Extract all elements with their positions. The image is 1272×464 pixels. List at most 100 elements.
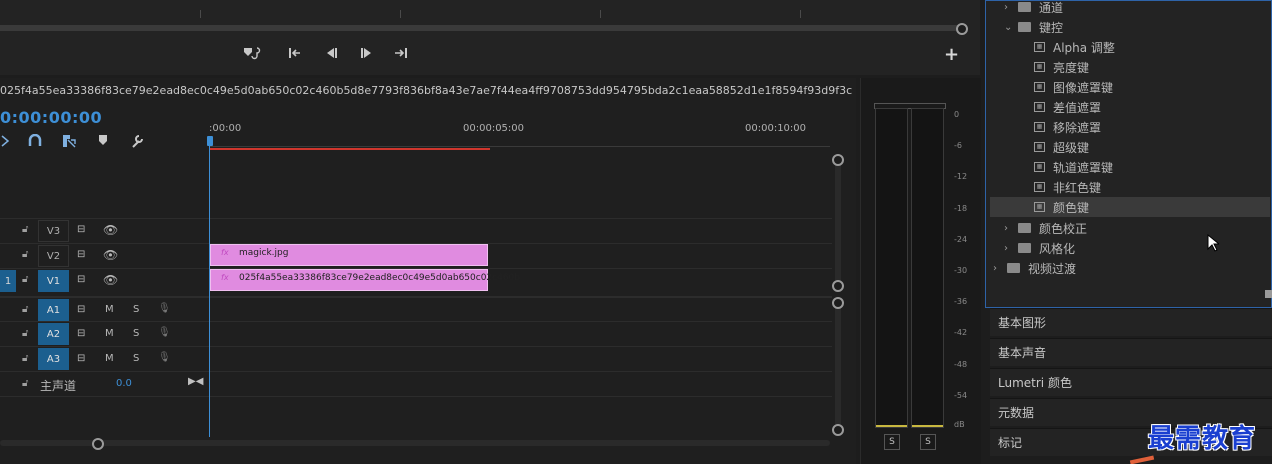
watermark-logo: 最需教育 bbox=[1148, 424, 1257, 454]
solo-button[interactable]: S bbox=[133, 353, 139, 364]
effect-label: 轨道遮罩键 bbox=[1053, 160, 1114, 175]
effect-item[interactable]: ▦ 差值遮罩 bbox=[1034, 97, 1101, 117]
db-label: 0 bbox=[954, 110, 960, 119]
source-patch-v1[interactable]: 1 bbox=[0, 270, 16, 292]
linked-selection-icon[interactable] bbox=[62, 134, 76, 148]
effect-item[interactable]: ▦ 非红色键 bbox=[1034, 177, 1101, 197]
step-back-icon[interactable] bbox=[322, 44, 340, 62]
clip-name: 025f4a55ea33386f83ce79e2ead8ec0c49e5d0ab… bbox=[239, 273, 520, 283]
scrollbar-handle[interactable] bbox=[832, 424, 844, 436]
snap-icon[interactable] bbox=[0, 134, 14, 148]
lock-icon[interactable]: 🔓︎ bbox=[22, 249, 28, 260]
eye-icon[interactable]: 👁︎ bbox=[103, 248, 118, 262]
effects-folder-keying[interactable]: ⌄ 键控 bbox=[1004, 17, 1063, 37]
track-target-v1[interactable]: V1 bbox=[38, 270, 69, 292]
timeline-horizontal-scrollbar[interactable] bbox=[0, 440, 830, 446]
panel-essential-sound[interactable]: 基本声音 bbox=[990, 338, 1272, 366]
effect-icon: ▦ bbox=[1034, 182, 1045, 192]
eye-icon[interactable]: 👁︎ bbox=[103, 223, 118, 237]
work-area-bar[interactable] bbox=[210, 148, 490, 150]
effects-folder-stylize[interactable]: › 风格化 bbox=[1004, 238, 1075, 258]
effect-item[interactable]: ▦ 轨道遮罩键 bbox=[1034, 157, 1113, 177]
effect-item[interactable]: ▦ 移除遮罩 bbox=[1034, 117, 1101, 137]
effect-item[interactable]: ▦ Alpha 调整 bbox=[1034, 37, 1115, 57]
mute-button[interactable]: M bbox=[105, 304, 114, 315]
add-marker-icon[interactable] bbox=[98, 134, 112, 148]
solo-right-button[interactable]: S bbox=[920, 434, 936, 450]
go-to-end-icon[interactable]: ▶◀ bbox=[188, 376, 203, 387]
magnet-icon[interactable] bbox=[28, 133, 42, 148]
scrollbar-handle[interactable] bbox=[832, 297, 844, 309]
add-button[interactable]: + bbox=[944, 44, 959, 65]
playhead-handle[interactable] bbox=[207, 136, 213, 146]
eye-icon[interactable]: 👁︎ bbox=[103, 273, 118, 287]
effect-label: 颜色校正 bbox=[1039, 221, 1088, 236]
lock-icon[interactable]: 🔓︎ bbox=[22, 224, 28, 235]
effect-icon: ▦ bbox=[1034, 82, 1045, 92]
monitor-scrollbar[interactable] bbox=[0, 25, 960, 31]
track-target-a2[interactable]: A2 bbox=[38, 323, 69, 345]
track-target-v3[interactable]: V3 bbox=[38, 220, 69, 242]
wrench-icon[interactable] bbox=[130, 134, 144, 148]
panel-essential-graphics[interactable]: 基本图形 bbox=[990, 308, 1272, 336]
lock-icon[interactable]: 🔓︎ bbox=[22, 274, 28, 285]
effects-folder-channel[interactable]: › 通道 bbox=[1004, 0, 1063, 17]
clip-magick[interactable]: fx magick.jpg bbox=[210, 244, 488, 266]
go-to-in-icon[interactable] bbox=[286, 44, 304, 62]
solo-left-button[interactable]: S bbox=[884, 434, 900, 450]
scrollbar-handle[interactable] bbox=[832, 154, 844, 166]
lock-icon[interactable]: 🔓︎ bbox=[22, 378, 28, 389]
sync-lock-icon[interactable]: ⊟ bbox=[77, 353, 85, 364]
marker-link-icon[interactable] bbox=[242, 44, 264, 62]
sync-lock-icon[interactable]: ⊟ bbox=[77, 224, 85, 235]
step-forward-icon[interactable] bbox=[358, 44, 376, 62]
scrollbar-handle[interactable] bbox=[92, 438, 104, 450]
lock-icon[interactable]: 🔓︎ bbox=[22, 328, 28, 339]
master-volume[interactable]: 0.0 bbox=[116, 378, 132, 389]
lock-icon[interactable]: 🔓︎ bbox=[22, 304, 28, 315]
solo-button[interactable]: S bbox=[133, 328, 139, 339]
mute-button[interactable]: M bbox=[105, 328, 114, 339]
lock-icon[interactable]: 🔓︎ bbox=[22, 353, 28, 364]
chevron-right-icon[interactable]: › bbox=[1004, 223, 1018, 234]
sequence-tab[interactable]: 025f4a55ea33386f83ce79e2ead8ec0c49e5d0ab… bbox=[0, 84, 873, 97]
playhead-line[interactable] bbox=[209, 140, 210, 437]
microphone-icon[interactable]: 🎙︎ bbox=[158, 352, 171, 363]
panel-lumetri-color[interactable]: Lumetri 颜色 bbox=[990, 368, 1272, 396]
ruler-label: 00:00:10:00 bbox=[745, 123, 807, 134]
new-bin-icon[interactable] bbox=[1265, 290, 1272, 298]
effect-item[interactable]: ▦ 亮度键 bbox=[1034, 57, 1089, 77]
video-vertical-scrollbar[interactable] bbox=[835, 160, 841, 286]
go-to-out-icon[interactable] bbox=[392, 44, 410, 62]
solo-button[interactable]: S bbox=[133, 304, 139, 315]
effect-item-selected[interactable]: ▦ 颜色键 bbox=[990, 197, 1270, 217]
effect-label: 颜色键 bbox=[1053, 200, 1090, 215]
playhead-timecode[interactable]: 0:00:00:00 bbox=[0, 108, 102, 127]
time-ruler[interactable] bbox=[210, 138, 830, 147]
chevron-down-icon[interactable]: ⌄ bbox=[1004, 22, 1018, 33]
microphone-icon[interactable]: 🎙︎ bbox=[158, 327, 171, 338]
microphone-icon[interactable]: 🎙︎ bbox=[158, 303, 171, 314]
audio-vertical-scrollbar[interactable] bbox=[835, 302, 841, 430]
clip-sequence-nested[interactable]: fx 025f4a55ea33386f83ce79e2ead8ec0c49e5d… bbox=[210, 269, 520, 291]
chevron-right-icon[interactable]: › bbox=[1004, 243, 1018, 254]
scrollbar-handle[interactable] bbox=[956, 23, 968, 35]
sync-lock-icon[interactable]: ⊟ bbox=[77, 328, 85, 339]
effects-folder-video-transitions[interactable]: › 视频过渡 bbox=[993, 258, 1076, 278]
sync-lock-icon[interactable]: ⊟ bbox=[77, 304, 85, 315]
effect-item[interactable]: ▦ 超级键 bbox=[1034, 137, 1089, 157]
folder-icon bbox=[1018, 223, 1031, 233]
sync-lock-icon[interactable]: ⊟ bbox=[77, 249, 85, 260]
chevron-right-icon[interactable]: › bbox=[1004, 2, 1018, 13]
chevron-right-icon[interactable]: › bbox=[993, 263, 1007, 274]
fx-badge: fx bbox=[221, 273, 229, 282]
effect-item[interactable]: ▦ 图像遮罩键 bbox=[1034, 77, 1113, 97]
track-target-a1[interactable]: A1 bbox=[38, 299, 69, 321]
sync-lock-icon[interactable]: ⊟ bbox=[77, 274, 85, 285]
mute-button[interactable]: M bbox=[105, 353, 114, 364]
effect-label: 键控 bbox=[1039, 20, 1064, 35]
track-target-v2[interactable]: V2 bbox=[38, 245, 69, 267]
effects-folder-color-correction[interactable]: › 颜色校正 bbox=[1004, 218, 1087, 238]
scrollbar-handle[interactable] bbox=[832, 280, 844, 292]
track-target-a3[interactable]: A3 bbox=[38, 348, 69, 370]
